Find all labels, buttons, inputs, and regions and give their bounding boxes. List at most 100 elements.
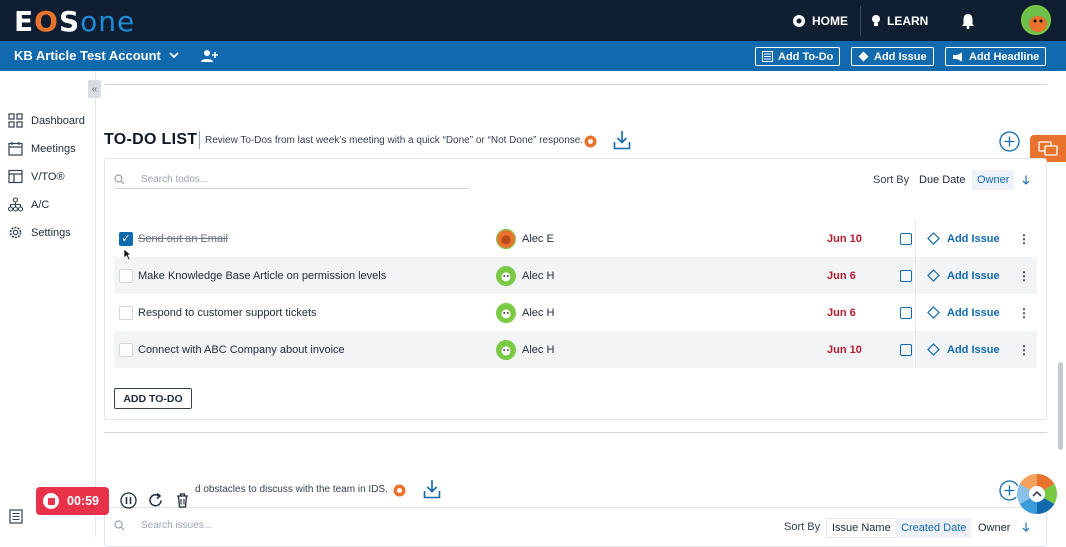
add-issue-label: Add Issue xyxy=(947,306,1000,319)
home-nav-link[interactable]: HOME xyxy=(792,0,848,41)
todo-title[interactable]: Make Knowledge Base Article on permissio… xyxy=(138,270,386,282)
pause-icon[interactable] xyxy=(120,492,137,509)
eos-one-logo[interactable]: E O S one xyxy=(14,4,136,38)
logo-letter: one xyxy=(80,4,136,38)
diamond-alert-icon xyxy=(858,51,869,62)
sort-due-date-button[interactable]: Due Date xyxy=(914,170,970,190)
eos-wheel-button[interactable] xyxy=(1015,472,1059,516)
notes-icon[interactable] xyxy=(900,232,912,245)
more-options-icon[interactable]: ⋮ xyxy=(1018,232,1030,246)
todo-title[interactable]: Respond to customer support tickets xyxy=(138,307,317,319)
table-row[interactable]: Respond to customer support tickets Alec… xyxy=(114,294,1037,331)
mouse-cursor-icon xyxy=(123,248,132,261)
stop-record-icon[interactable] xyxy=(43,493,59,509)
todo-search[interactable]: Search todos... xyxy=(114,171,470,189)
owner-avatar xyxy=(496,265,516,286)
sort-direction-icon[interactable] xyxy=(1022,522,1030,532)
due-date: Jun 6 xyxy=(827,306,856,319)
notes-icon[interactable] xyxy=(900,306,912,319)
todo-title[interactable]: Send out an Email xyxy=(138,233,228,245)
more-options-icon[interactable]: ⋮ xyxy=(1018,306,1030,320)
sort-direction-icon[interactable] xyxy=(1022,175,1030,185)
add-issue-button[interactable]: Add Issue xyxy=(927,343,1000,356)
todo-list-icon xyxy=(762,51,773,62)
more-options-icon[interactable]: ⋮ xyxy=(1018,269,1030,283)
search-placeholder: Search issues... xyxy=(141,520,213,531)
more-options-icon[interactable]: ⋮ xyxy=(1018,343,1030,357)
account-switcher[interactable]: KB Article Test Account xyxy=(14,48,219,63)
calendar-icon xyxy=(8,142,23,156)
sort-issue-name-button[interactable]: Issue Name xyxy=(826,518,897,538)
trash-icon[interactable] xyxy=(174,492,191,509)
notes-icon[interactable] xyxy=(900,343,912,356)
restart-icon[interactable] xyxy=(147,492,164,509)
sidebar-item-meetings[interactable]: Meetings xyxy=(8,141,76,156)
due-date: Jun 6 xyxy=(827,269,856,282)
section-divider xyxy=(104,84,1047,85)
scrollbar[interactable] xyxy=(1058,362,1063,450)
add-issue-button[interactable]: Add Issue xyxy=(927,306,1000,319)
user-avatar[interactable] xyxy=(1021,5,1051,35)
notes-icon[interactable] xyxy=(900,269,912,282)
sidebar-item-ac[interactable]: A/C xyxy=(8,197,49,212)
todo-title[interactable]: Connect with ABC Company about invoice xyxy=(138,344,345,356)
sidebar-item-vto[interactable]: V/TO® xyxy=(8,169,65,184)
book-icon[interactable] xyxy=(9,509,23,524)
add-issue-label: Add Issue xyxy=(874,50,927,63)
sort-owner-button[interactable]: Owner xyxy=(972,170,1015,190)
download-icon[interactable] xyxy=(423,479,441,499)
sidebar-item-label: V/TO® xyxy=(31,170,65,183)
owner-avatar xyxy=(496,302,516,323)
logo-letter: O xyxy=(34,4,59,38)
add-todo-inline-button[interactable]: ADD TO-DO xyxy=(114,388,192,409)
recording-timer[interactable]: 00:59 xyxy=(36,487,109,515)
add-issue-label: Add Issue xyxy=(947,269,1000,282)
add-headline-button[interactable]: Add Headline xyxy=(945,47,1047,66)
table-row[interactable]: Make Knowledge Base Article on permissio… xyxy=(114,257,1037,294)
sort-created-date-button[interactable]: Created Date xyxy=(896,518,972,538)
learn-nav-link[interactable]: LEARN xyxy=(871,0,928,41)
add-user-icon[interactable] xyxy=(200,49,219,63)
due-date: Jun 10 xyxy=(827,232,862,245)
notifications-button[interactable] xyxy=(961,0,975,41)
owner-name: Alec H xyxy=(522,343,555,356)
chevron-down-icon xyxy=(169,52,179,59)
done-checkbox[interactable]: ✓ xyxy=(119,231,133,246)
learn-label: LEARN xyxy=(887,13,929,28)
sort-by-label: Sort By xyxy=(873,174,910,186)
page-title: TO-DO LIST xyxy=(104,131,198,148)
divider xyxy=(915,257,916,294)
done-checkbox[interactable] xyxy=(119,268,133,283)
search-icon xyxy=(114,174,125,185)
add-todo-label: Add To-Do xyxy=(778,50,834,63)
search-icon xyxy=(114,520,125,531)
sidebar-item-dashboard[interactable]: Dashboard xyxy=(8,113,85,128)
bell-icon xyxy=(962,13,974,29)
help-gear-icon[interactable] xyxy=(393,484,406,497)
done-checkbox[interactable] xyxy=(119,342,133,357)
help-gear-icon[interactable] xyxy=(584,135,597,148)
add-headline-label: Add Headline xyxy=(969,50,1040,63)
add-circle-icon[interactable] xyxy=(999,131,1020,152)
sidebar-item-label: A/C xyxy=(31,198,50,211)
gear-icon xyxy=(9,226,22,239)
done-checkbox[interactable] xyxy=(119,305,133,320)
sort-owner-button[interactable]: Owner xyxy=(973,518,1015,538)
sidebar-item-settings[interactable]: Settings xyxy=(8,225,71,240)
diamond-icon xyxy=(927,269,940,282)
top-nav-bar: E O S one HOME LEARN xyxy=(0,0,1066,41)
table-row[interactable]: Connect with ABC Company about invoice A… xyxy=(114,331,1037,368)
add-todo-button[interactable]: Add To-Do xyxy=(755,47,841,66)
add-issue-button[interactable]: Add Issue xyxy=(927,232,1000,245)
sidebar-item-label: Settings xyxy=(31,226,71,239)
divider xyxy=(915,331,916,368)
add-issue-button[interactable]: Add Issue xyxy=(927,269,1000,282)
add-issue-header-button[interactable]: Add Issue xyxy=(851,47,934,66)
diamond-icon xyxy=(927,232,940,245)
issues-search[interactable]: Search issues... xyxy=(114,520,212,531)
issues-description: d obstacles to discuss with the team in … xyxy=(195,484,388,495)
download-icon[interactable] xyxy=(613,130,631,150)
lightbulb-icon xyxy=(872,14,880,26)
table-row[interactable]: ✓ Send out an Email Alec E Jun 10 Add Is… xyxy=(114,220,1037,257)
collapse-sidebar-icon[interactable]: « xyxy=(88,80,101,98)
